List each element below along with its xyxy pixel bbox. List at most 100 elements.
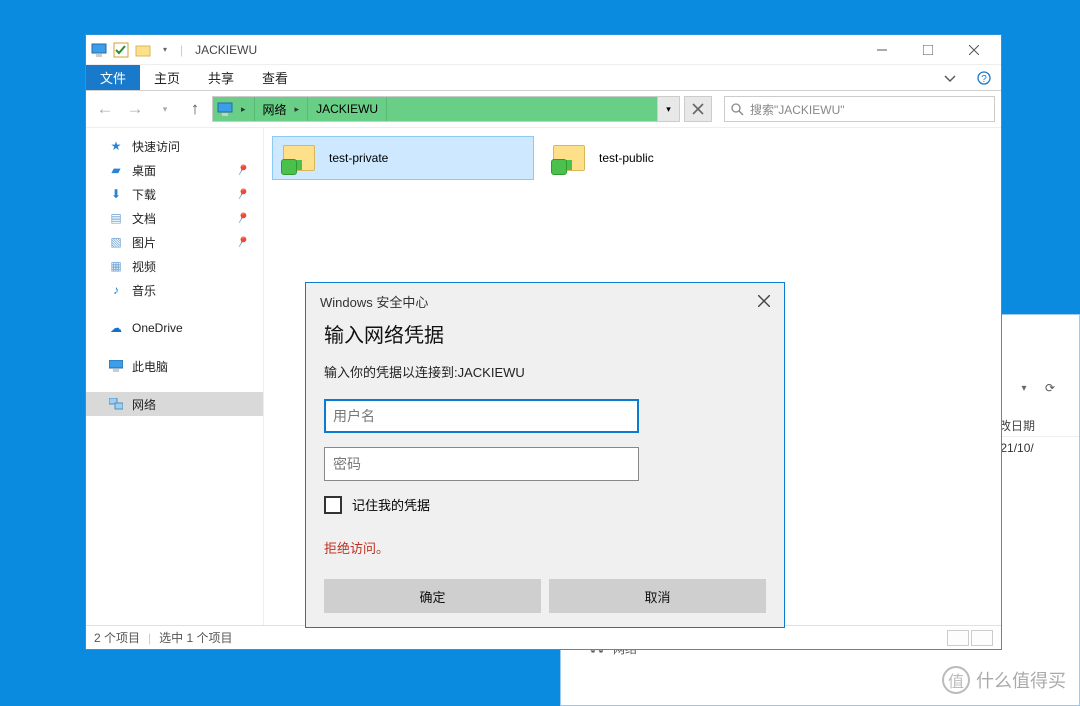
- watermark-icon: 值: [942, 666, 970, 694]
- sidebar-item-network[interactable]: 网络: [86, 392, 263, 416]
- address-segment-network[interactable]: 网络 ▸: [255, 97, 309, 121]
- folder-icon[interactable]: [134, 41, 152, 59]
- credentials-dialog: Windows 安全中心 输入网络凭据 输入你的凭据以连接到:JACKIEWU …: [305, 282, 785, 628]
- pin-icon: 📍: [233, 161, 251, 179]
- navigation-pane: ★ 快速访问 ▰ 桌面 📍 ⬇ 下载 📍 ▤ 文档 📍: [86, 128, 264, 625]
- address-segment-icon[interactable]: ▸: [213, 97, 255, 121]
- star-icon: ★: [108, 139, 124, 153]
- chevron-right-icon: ▸: [295, 104, 300, 115]
- address-bar[interactable]: ▸ 网络 ▸ JACKIEWU ▾: [212, 96, 680, 122]
- sidebar-item-this-pc[interactable]: 此电脑: [86, 354, 263, 378]
- username-input[interactable]: [324, 399, 639, 433]
- monitor-icon: [217, 102, 233, 116]
- sidebar-item-label: 音乐: [132, 282, 156, 299]
- search-icon: [731, 103, 744, 116]
- forward-button: →: [122, 96, 148, 122]
- sidebar-item-label: 视频: [132, 258, 156, 275]
- help-icon[interactable]: ?: [967, 65, 1001, 90]
- up-button[interactable]: ↑: [182, 96, 208, 122]
- video-icon: ▦: [108, 259, 124, 273]
- monitor-icon: [108, 360, 124, 372]
- titlebar: ▾ | JACKIEWU: [86, 35, 1001, 65]
- sidebar-item-documents[interactable]: ▤ 文档 📍: [86, 206, 263, 230]
- search-placeholder: 搜索"JACKIEWU": [750, 101, 845, 118]
- sidebar-item-music[interactable]: ♪ 音乐: [86, 278, 263, 302]
- sidebar-item-label: OneDrive: [132, 321, 183, 335]
- watermark: 值 什么值得买: [942, 666, 1066, 694]
- ribbon: 文件 主页 共享 查看 ?: [86, 65, 1001, 91]
- breadcrumb-label: JACKIEWU: [316, 102, 378, 116]
- recent-dropdown-icon[interactable]: ▾: [152, 96, 178, 122]
- sidebar-item-desktop[interactable]: ▰ 桌面 📍: [86, 158, 263, 182]
- sidebar-item-downloads[interactable]: ⬇ 下载 📍: [86, 182, 263, 206]
- pin-icon: 📍: [233, 209, 251, 227]
- desktop-icon: ▰: [108, 163, 124, 177]
- refresh-icon[interactable]: ⟳: [1037, 377, 1063, 399]
- maximize-button[interactable]: [905, 35, 951, 65]
- folder-item-test-private[interactable]: test-private: [272, 136, 534, 180]
- cancel-button[interactable]: 取消: [549, 579, 766, 613]
- folder-label: test-public: [599, 151, 654, 165]
- dropdown-icon[interactable]: ▾: [1013, 377, 1035, 399]
- address-segment-host[interactable]: JACKIEWU: [308, 97, 387, 121]
- password-input[interactable]: [324, 447, 639, 481]
- sidebar-item-onedrive[interactable]: ☁ OneDrive: [86, 316, 263, 340]
- dialog-title: Windows 安全中心: [320, 292, 428, 311]
- separator: |: [148, 631, 151, 645]
- sidebar-item-videos[interactable]: ▦ 视频: [86, 254, 263, 278]
- pin-icon: 📍: [233, 233, 251, 251]
- address-row: ← → ▾ ↑ ▸ 网络 ▸ JACKIEWU ▾ 搜索"J: [86, 91, 1001, 127]
- ok-button[interactable]: 确定: [324, 579, 541, 613]
- download-icon: ⬇: [108, 187, 124, 201]
- checkbox-icon[interactable]: [112, 41, 130, 59]
- window-title: JACKIEWU: [195, 43, 257, 57]
- close-button[interactable]: [750, 289, 778, 313]
- tab-view[interactable]: 查看: [248, 65, 302, 90]
- remember-checkbox[interactable]: 记住我的凭据: [324, 495, 766, 514]
- breadcrumb-label: 网络: [263, 101, 287, 118]
- tab-file[interactable]: 文件: [86, 65, 140, 90]
- folder-label: test-private: [329, 151, 388, 165]
- folder-item-test-public[interactable]: test-public: [542, 136, 804, 180]
- dialog-subtext: 输入你的凭据以连接到:JACKIEWU: [324, 362, 766, 381]
- sidebar-item-label: 图片: [132, 234, 156, 251]
- dialog-heading: 输入网络凭据: [324, 319, 766, 348]
- cloud-icon: ☁: [108, 321, 124, 335]
- shared-folder-icon: [549, 139, 589, 177]
- qat-dropdown-icon[interactable]: ▾: [156, 41, 174, 59]
- music-icon: ♪: [108, 283, 124, 297]
- sidebar-item-label: 文档: [132, 210, 156, 227]
- status-bar: 2 个项目 | 选中 1 个项目: [86, 625, 1001, 649]
- checkbox-icon: [324, 496, 342, 514]
- refresh-button[interactable]: [684, 96, 712, 122]
- separator: |: [180, 43, 183, 57]
- chevron-right-icon: ▸: [241, 104, 246, 115]
- sidebar-item-pictures[interactable]: ▧ 图片 📍: [86, 230, 263, 254]
- shared-folder-icon: [279, 139, 319, 177]
- error-message: 拒绝访问。: [324, 538, 766, 557]
- document-icon: ▤: [108, 211, 124, 225]
- status-selection: 选中 1 个项目: [159, 629, 232, 646]
- tab-home[interactable]: 主页: [140, 65, 194, 90]
- sidebar-item-label: 快速访问: [132, 138, 180, 155]
- minimize-button[interactable]: [859, 35, 905, 65]
- pin-icon: 📍: [233, 185, 251, 203]
- view-large-button[interactable]: [971, 630, 993, 646]
- close-button[interactable]: [951, 35, 997, 65]
- pictures-icon: ▧: [108, 235, 124, 249]
- watermark-text: 什么值得买: [976, 667, 1066, 693]
- svg-text:?: ?: [981, 74, 987, 85]
- search-input[interactable]: 搜索"JACKIEWU": [724, 96, 995, 122]
- sidebar-item-quick-access[interactable]: ★ 快速访问: [86, 134, 263, 158]
- address-dropdown-icon[interactable]: ▾: [657, 97, 679, 121]
- ribbon-expand-icon[interactable]: [933, 65, 967, 90]
- view-details-button[interactable]: [947, 630, 969, 646]
- status-item-count: 2 个项目: [94, 629, 140, 646]
- dialog-titlebar: Windows 安全中心: [306, 283, 784, 319]
- tab-share[interactable]: 共享: [194, 65, 248, 90]
- sidebar-item-label: 桌面: [132, 162, 156, 179]
- checkbox-label: 记住我的凭据: [352, 495, 430, 514]
- computer-icon: [90, 41, 108, 59]
- back-button[interactable]: ←: [92, 96, 118, 122]
- sidebar-item-label: 下载: [132, 186, 156, 203]
